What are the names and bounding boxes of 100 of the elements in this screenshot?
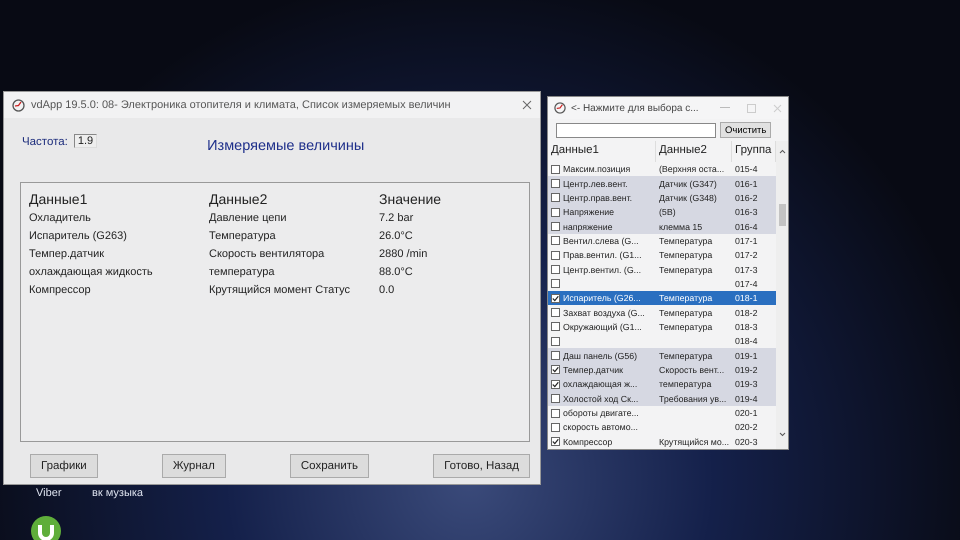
clear-button[interactable]: Очистить	[720, 122, 772, 138]
list-row[interactable]: Прав.вентил. (G1... Температура 017-2	[548, 248, 776, 262]
table-cell-text: 26.0°C	[378, 229, 414, 244]
checkbox[interactable]	[551, 236, 560, 246]
table-cell-text: Охладитель	[28, 211, 92, 226]
row-label[interactable]: Центр.лев.вент.	[563, 178, 628, 189]
checkbox[interactable]	[551, 422, 560, 432]
group-cell: 016-2	[735, 192, 758, 203]
checkbox[interactable]	[551, 351, 560, 360]
checkbox[interactable]	[551, 294, 560, 303]
checkbox[interactable]	[551, 222, 560, 232]
list-row[interactable]: Центр.вентил. (G... Температура 017-3	[548, 262, 776, 277]
list-row[interactable]: Максим.позиция (Верхняя оста... 015-4	[548, 162, 776, 176]
checkbox[interactable]	[551, 365, 560, 374]
checkbox[interactable]	[551, 279, 560, 288]
table-cell-text: 88.0°C	[378, 265, 414, 280]
group-cell: 016-4	[735, 222, 758, 232]
scrollbar-thumb[interactable]	[778, 204, 786, 226]
column-header: Данные2	[656, 141, 732, 162]
checkbox[interactable]	[551, 437, 560, 446]
list-row[interactable]: обороты двигате... 020-1	[548, 406, 776, 420]
table-cell: Температура	[659, 322, 712, 332]
checkbox[interactable]	[551, 408, 560, 418]
list-row[interactable]: Вентил.слева (G... Температура 017-1	[548, 234, 776, 248]
list-row[interactable]: 017-4	[548, 276, 776, 292]
list-row[interactable]: Окружающий (G1... Температура 018-3	[548, 320, 776, 334]
list-row[interactable]: Захват воздуха (G... Температура 018-2	[548, 305, 776, 320]
group-cell: 019-1	[735, 350, 758, 361]
row-label[interactable]: Захват воздуха (G...	[563, 308, 645, 318]
table-cell-text: Скорость вентилятора	[208, 247, 326, 262]
list-row[interactable]: скорость автомо... 020-2	[548, 420, 776, 435]
checkbox[interactable]	[551, 308, 560, 318]
row-label[interactable]: напряжение	[563, 222, 613, 232]
group-cell: 018-3	[735, 322, 758, 332]
list-row[interactable]: Даш панель (G56) Температура 019-1	[548, 348, 776, 363]
list-row[interactable]: Центр.лев.вент. Датчик (G347) 016-1	[548, 176, 776, 191]
row-label[interactable]: Темпер.датчик	[563, 364, 624, 375]
section-heading: Измеряемые величины	[207, 138, 364, 154]
group-cell: 015-4	[735, 164, 758, 174]
list-row[interactable]: 018-4	[548, 334, 776, 348]
list-row[interactable]: Компрессор Крутящийся мо... 020-3	[548, 434, 776, 449]
action-button[interactable]: Графики	[30, 454, 98, 478]
row-label[interactable]: скорость автомо...	[563, 422, 638, 432]
row-label[interactable]: Компрессор	[563, 436, 612, 447]
list-row[interactable]: Напряжение (5В) 016-3	[548, 205, 776, 220]
row-label[interactable]: Центр.прав.вент.	[563, 192, 632, 203]
group-cell: 020-3	[735, 436, 758, 447]
desktop-icon-label[interactable]: вк музыка	[92, 487, 144, 499]
scroll-down-icon[interactable]	[778, 432, 786, 437]
row-label[interactable]: Максим.позиция	[563, 164, 630, 174]
group-cell: 017-2	[735, 250, 758, 260]
action-button[interactable]: Сохранить	[290, 454, 370, 478]
row-label[interactable]: Испаритель (G26...	[563, 293, 641, 304]
row-label[interactable]: Окружающий (G1...	[563, 322, 642, 332]
table-cell: Температура	[659, 293, 712, 304]
checkbox[interactable]	[551, 250, 560, 260]
row-label[interactable]: охлаждающая ж...	[563, 379, 638, 390]
table-cell: клемма 15	[659, 222, 702, 232]
search-field[interactable]	[556, 122, 716, 138]
list-row[interactable]: охлаждающая ж... температура 019-3	[548, 377, 776, 392]
torrent-app-icon[interactable]	[30, 515, 62, 540]
row-label[interactable]: Холостой ход Ск...	[563, 394, 638, 404]
row-label[interactable]: Напряжение	[563, 207, 614, 218]
close-icon[interactable]	[522, 100, 532, 110]
list-row[interactable]: Холостой ход Ск... Требования ув... 019-4	[548, 392, 776, 406]
group-cell: 017-4	[735, 278, 758, 289]
checkbox[interactable]	[551, 208, 560, 217]
checkbox[interactable]	[551, 394, 560, 404]
column-header: Данные1	[28, 190, 88, 209]
list-row[interactable]: напряжение клемма 15 016-4	[548, 219, 776, 234]
desktop-icon-label[interactable]: Viber	[36, 487, 62, 499]
row-label[interactable]: Центр.вентил. (G...	[563, 264, 642, 275]
group-cell: 017-3	[735, 264, 758, 275]
group-cell: 019-2	[735, 364, 758, 375]
column-header: Данные1	[548, 141, 656, 162]
table-cell: Температура	[659, 350, 712, 361]
window-title: vdApp 19.5.0: 08- Электроника отопителя и климата, Список измеряемых величин	[31, 99, 452, 111]
action-button[interactable]: Журнал	[162, 454, 226, 478]
table-cell: Температура	[659, 308, 712, 318]
table-cell: Крутящийся мо...	[659, 436, 730, 447]
checkbox[interactable]	[551, 164, 560, 174]
list-row[interactable]: Центр.прав.вент. Датчик (G348) 016-2	[548, 190, 776, 206]
scroll-up-icon[interactable]	[778, 149, 786, 154]
row-label[interactable]: Прав.вентил. (G1...	[563, 250, 642, 260]
row-label[interactable]: обороты двигате...	[563, 408, 639, 418]
checkbox[interactable]	[551, 193, 560, 202]
frequency-value: 1.9	[74, 134, 98, 148]
table-cell: (5В)	[659, 207, 676, 218]
row-label[interactable]: Вентил.слева (G...	[563, 236, 639, 246]
checkbox[interactable]	[551, 380, 560, 389]
selected-list-row[interactable]: Испаритель (G26... Температура 018-1	[548, 291, 776, 306]
checkbox[interactable]	[551, 179, 560, 188]
checkbox[interactable]	[551, 336, 560, 346]
row-label[interactable]: Даш панель (G56)	[563, 350, 638, 361]
app-logo-icon	[12, 98, 25, 112]
checkbox[interactable]	[551, 322, 560, 332]
list-row[interactable]: Темпер.датчик Скорость вент... 019-2	[548, 362, 776, 378]
action-button[interactable]: Готово, Назад	[433, 454, 530, 478]
checkbox[interactable]	[551, 265, 560, 274]
column-header: Значение	[378, 190, 442, 209]
